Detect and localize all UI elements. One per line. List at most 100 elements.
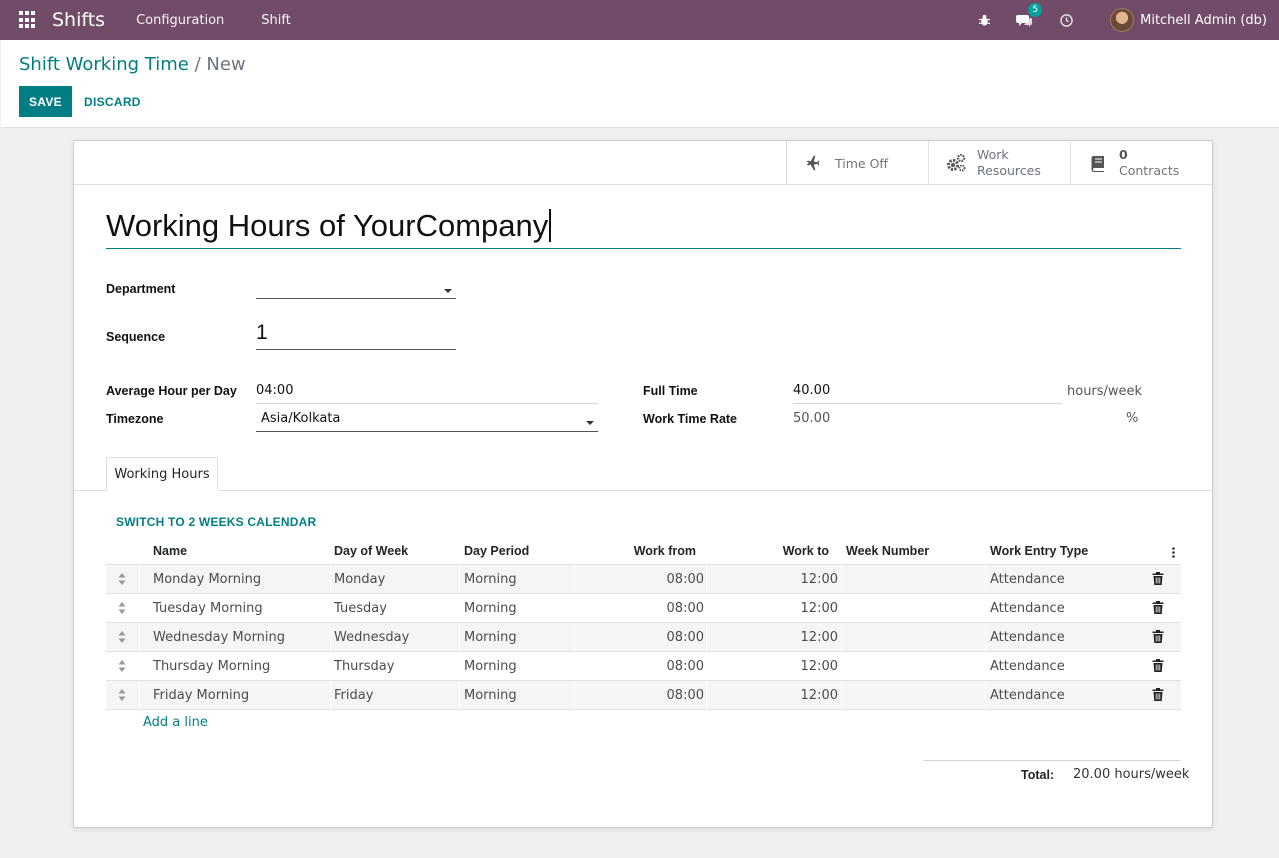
department-select[interactable]	[256, 279, 456, 299]
cell-day-of-week[interactable]: Monday	[334, 572, 385, 587]
column-separator	[706, 652, 707, 680]
total-value: 20.00	[1073, 767, 1111, 782]
contracts-button[interactable]: 0 Contracts	[1070, 141, 1212, 185]
column-separator	[459, 681, 460, 709]
discard-button[interactable]: DISCARD	[77, 86, 148, 117]
avg-hour-label: Average Hour per Day	[106, 384, 237, 398]
column-separator	[459, 652, 460, 680]
app-name[interactable]: Shifts	[52, 9, 105, 31]
breadcrumb-separator: /	[194, 54, 201, 75]
column-separator	[985, 565, 986, 593]
cell-work-to[interactable]: 12:00	[746, 572, 838, 587]
work-resources-label-2: Resources	[977, 163, 1041, 178]
sort-handle-icon[interactable]	[118, 631, 126, 643]
cell-work-entry-type[interactable]: Attendance	[990, 659, 1065, 674]
cell-name[interactable]: Tuesday Morning	[153, 601, 263, 616]
column-separator	[706, 681, 707, 709]
sort-handle-icon[interactable]	[118, 602, 126, 614]
menu-configuration[interactable]: Configuration	[136, 13, 224, 28]
work-resources-button[interactable]: Work Resources	[928, 141, 1070, 185]
avg-hour-input[interactable]: 04:00	[256, 383, 598, 404]
cell-day-period[interactable]: Morning	[464, 601, 517, 616]
table-row[interactable]: Thursday Morning Thursday Morning 08:00 12:0…	[106, 652, 1181, 681]
apps-grid-icon[interactable]	[19, 11, 37, 29]
cell-work-entry-type[interactable]: Attendance	[990, 572, 1065, 587]
table-row[interactable]: Friday Morning Friday Morning 08:00 12:00 Att…	[106, 681, 1181, 710]
table-row[interactable]: Monday Morning Monday Morning 08:00 12:00 Att…	[106, 565, 1181, 594]
table-header: Name Day of Week Day Period Work from Wo…	[106, 539, 1181, 565]
cell-work-from[interactable]: 08:00	[604, 659, 704, 674]
cell-day-of-week[interactable]: Tuesday	[334, 601, 387, 616]
total-label: Total:	[1021, 768, 1055, 782]
contracts-count: 0	[1119, 147, 1128, 162]
cell-day-period[interactable]: Morning	[464, 688, 517, 703]
breadcrumb-parent[interactable]: Shift Working Time	[19, 54, 189, 75]
save-button[interactable]: SAVE	[19, 86, 72, 117]
add-line-link[interactable]: Add a line	[143, 715, 208, 730]
trash-icon[interactable]	[1152, 572, 1164, 585]
switch-two-weeks-button[interactable]: SWITCH TO 2 WEEKS CALENDAR	[116, 515, 316, 529]
timezone-select[interactable]: Asia/Kolkata	[256, 411, 598, 432]
sort-handle-icon[interactable]	[118, 660, 126, 672]
clock-icon[interactable]	[1058, 12, 1074, 28]
user-menu[interactable]: Mitchell Admin (db)	[1110, 8, 1267, 32]
col-work-entry-type[interactable]: Work Entry Type	[990, 544, 1088, 558]
cell-work-from[interactable]: 08:00	[604, 688, 704, 703]
cell-work-from[interactable]: 08:00	[604, 630, 704, 645]
column-separator	[459, 594, 460, 622]
trash-icon[interactable]	[1152, 659, 1164, 672]
cell-work-from[interactable]: 08:00	[604, 572, 704, 587]
menu-shift[interactable]: Shift	[261, 13, 291, 28]
cell-work-entry-type[interactable]: Attendance	[990, 688, 1065, 703]
column-separator	[985, 652, 986, 680]
cell-work-entry-type[interactable]: Attendance	[990, 630, 1065, 645]
book-icon	[1087, 154, 1109, 172]
table-row[interactable]: Wednesday Morning Wednesday Morning 08:00 12…	[106, 623, 1181, 652]
full-time-input[interactable]: 40.00	[793, 383, 1062, 404]
name-input[interactable]: Working Hours of YourCompany	[106, 205, 1181, 249]
cell-day-of-week[interactable]: Friday	[334, 688, 373, 703]
cell-work-from[interactable]: 08:00	[604, 601, 704, 616]
col-day-period[interactable]: Day Period	[464, 544, 529, 558]
column-separator	[985, 594, 986, 622]
bug-icon[interactable]	[976, 12, 992, 28]
cell-work-to[interactable]: 12:00	[746, 601, 838, 616]
column-separator	[706, 594, 707, 622]
cell-work-to[interactable]: 12:00	[746, 630, 838, 645]
cell-work-to[interactable]: 12:00	[746, 688, 838, 703]
cell-day-period[interactable]: Morning	[464, 630, 517, 645]
full-time-value: 40.00	[793, 383, 831, 398]
column-separator	[841, 565, 842, 593]
cell-day-of-week[interactable]: Thursday	[334, 659, 394, 674]
chat-icon[interactable]: 5	[1016, 3, 1043, 28]
cell-day-period[interactable]: Morning	[464, 659, 517, 674]
trash-icon[interactable]	[1152, 688, 1164, 701]
cell-work-to[interactable]: 12:00	[746, 659, 838, 674]
cell-name[interactable]: Thursday Morning	[153, 659, 270, 674]
cell-day-period[interactable]: Morning	[464, 572, 517, 587]
department-label: Department	[106, 282, 176, 296]
cell-name[interactable]: Wednesday Morning	[153, 630, 285, 645]
name-value: Working Hours of YourCompany	[106, 208, 549, 243]
cell-name[interactable]: Friday Morning	[153, 688, 249, 703]
table-row[interactable]: Tuesday Morning Tuesday Morning 08:00 12:00 A…	[106, 594, 1181, 623]
col-day-of-week[interactable]: Day of Week	[334, 544, 408, 558]
total-value-group: 20.00 hours/week	[1073, 767, 1189, 782]
col-name[interactable]: Name	[153, 544, 187, 558]
tab-working-hours[interactable]: Working Hours	[106, 457, 218, 491]
sort-handle-icon[interactable]	[118, 689, 126, 701]
col-work-to[interactable]: Work to	[746, 544, 829, 558]
kebab-icon[interactable]	[1172, 547, 1175, 558]
col-work-from[interactable]: Work from	[604, 544, 696, 558]
cell-name[interactable]: Monday Morning	[153, 572, 261, 587]
trash-icon[interactable]	[1152, 630, 1164, 643]
sort-handle-icon[interactable]	[118, 573, 126, 585]
trash-icon[interactable]	[1152, 601, 1164, 614]
cell-day-of-week[interactable]: Wednesday	[334, 630, 409, 645]
column-separator	[841, 681, 842, 709]
column-separator	[139, 623, 140, 651]
cell-work-entry-type[interactable]: Attendance	[990, 601, 1065, 616]
time-off-button[interactable]: Time Off	[786, 141, 928, 185]
sequence-input[interactable]: 1	[256, 321, 456, 350]
col-week-number[interactable]: Week Number	[846, 544, 929, 558]
